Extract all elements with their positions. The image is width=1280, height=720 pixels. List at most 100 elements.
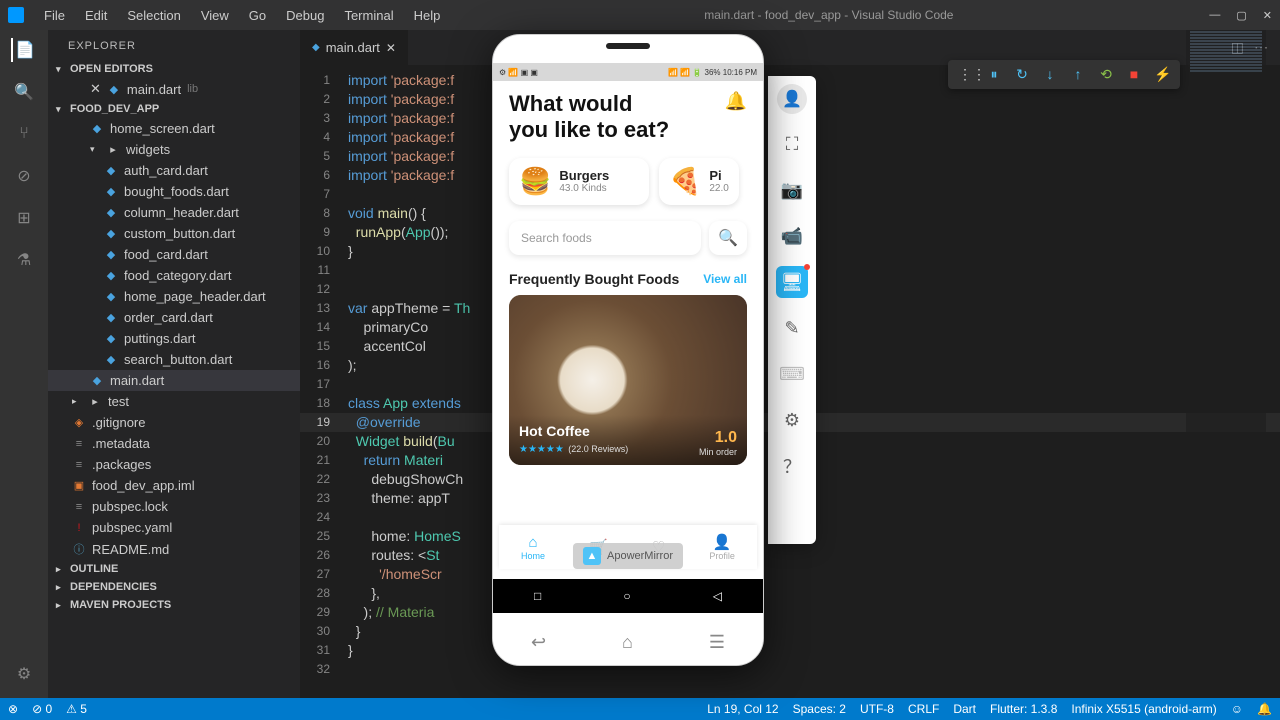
step-over-icon[interactable]: ↻ (1014, 66, 1030, 83)
mirror-tools-panel: 👤 ⛶ 📷 📹 🖥 ✎ ⌨ ⚙ ？ (768, 76, 816, 544)
minimap[interactable] (1186, 30, 1266, 698)
notification-bell-icon[interactable]: 🔔 (725, 91, 747, 112)
android-home-icon[interactable]: ○ (623, 589, 630, 603)
avatar-icon[interactable]: 👤 (777, 84, 807, 114)
minimize-button[interactable]: — (1209, 9, 1220, 22)
fullscreen-icon[interactable]: ⛶ (776, 128, 808, 160)
tree-item-puttings-dart[interactable]: ◆puttings.dart (48, 328, 300, 349)
tree-item-README-md[interactable]: ⓘREADME.md (48, 538, 300, 560)
feedback-icon[interactable]: ☺ (1231, 702, 1243, 716)
screen-mirror-icon[interactable]: 🖥 (776, 266, 808, 298)
menu-help[interactable]: Help (406, 4, 449, 27)
tree-item-food_card-dart[interactable]: ◆food_card.dart (48, 244, 300, 265)
tree-item-home_page_header-dart[interactable]: ◆home_page_header.dart (48, 286, 300, 307)
help-icon[interactable]: ？ (776, 450, 808, 482)
tree-item--packages[interactable]: ≡.packages (48, 454, 300, 475)
project-section[interactable]: ▾FOOD_DEV_APP (48, 100, 300, 118)
eol[interactable]: CRLF (908, 702, 939, 716)
open-editor-item[interactable]: ✕ ◆ main.dart lib (48, 78, 300, 100)
flutter-version[interactable]: Flutter: 1.3.8 (990, 702, 1057, 716)
nav-home[interactable]: ⌂Home (521, 534, 545, 561)
settings-gear-icon[interactable]: ⚙ (12, 662, 36, 686)
dependencies-section[interactable]: ▸DEPENDENCIES (48, 578, 300, 596)
tree-item-custom_button-dart[interactable]: ◆custom_button.dart (48, 223, 300, 244)
device[interactable]: Infinix X5515 (android-arm) (1071, 702, 1216, 716)
android-back-icon[interactable]: ◁ (713, 589, 722, 603)
hot-reload-icon[interactable]: ⚡ (1154, 66, 1170, 83)
problems-errors[interactable]: ⊘ 0 (32, 702, 52, 716)
menu-debug[interactable]: Debug (278, 4, 332, 27)
encoding[interactable]: UTF-8 (860, 702, 894, 716)
mirror-menu-icon[interactable]: ☰ (709, 632, 725, 653)
apowermirror-logo-icon: ▲ (583, 547, 601, 565)
explorer-title: EXPLORER (48, 30, 300, 60)
flask-icon[interactable]: ⚗ (12, 248, 36, 272)
tree-item-auth_card-dart[interactable]: ◆auth_card.dart (48, 160, 300, 181)
tree-item-search_button-dart[interactable]: ◆search_button.dart (48, 349, 300, 370)
close-button[interactable]: ✕ (1263, 9, 1272, 22)
explorer-icon[interactable]: 📄 (11, 38, 35, 62)
menu-edit[interactable]: Edit (77, 4, 115, 27)
extensions-icon[interactable]: ⊞ (12, 206, 36, 230)
tree-item-bought_foods-dart[interactable]: ◆bought_foods.dart (48, 181, 300, 202)
step-into-icon[interactable]: ↓ (1042, 66, 1058, 83)
open-editors-section[interactable]: ▾OPEN EDITORS (48, 60, 300, 78)
keyboard-icon[interactable]: ⌨ (776, 358, 808, 390)
tree-item-food_dev_app-iml[interactable]: ▣food_dev_app.iml (48, 475, 300, 496)
menu-view[interactable]: View (193, 4, 237, 27)
tree-item-test[interactable]: ▸▸test (48, 391, 300, 412)
record-icon[interactable]: 📹 (776, 220, 808, 252)
search-icon[interactable]: 🔍 (12, 80, 36, 104)
tool-settings-icon[interactable]: ⚙ (776, 404, 808, 436)
nav-profile[interactable]: 👤Profile (709, 533, 735, 561)
cursor-position[interactable]: Ln 19, Col 12 (707, 702, 778, 716)
search-button[interactable]: 🔍 (709, 221, 747, 255)
drag-handle-icon[interactable]: ⋮⋮ (958, 66, 974, 83)
food-card[interactable]: Hot Coffee ★★★★★ (22.0 Reviews) 1.0 Min … (509, 295, 747, 465)
outline-section[interactable]: ▸OUTLINE (48, 560, 300, 578)
tree-item-main-dart[interactable]: ◆main.dart (48, 370, 300, 391)
vscode-logo-icon (8, 7, 24, 23)
tree-item-widgets[interactable]: ▾▸widgets (48, 139, 300, 160)
maximize-button[interactable]: ▢ (1236, 9, 1246, 22)
category-card-pizza[interactable]: 🍕 Pi22.0 (659, 158, 739, 205)
tree-item-pubspec-lock[interactable]: ≡pubspec.lock (48, 496, 300, 517)
menu-go[interactable]: Go (241, 4, 274, 27)
indentation[interactable]: Spaces: 2 (793, 702, 846, 716)
menu-selection[interactable]: Selection (119, 4, 188, 27)
step-out-icon[interactable]: ↑ (1070, 66, 1086, 83)
language-mode[interactable]: Dart (953, 702, 976, 716)
source-control-icon[interactable]: ⑂ (12, 122, 36, 146)
tab-close-icon[interactable]: ✕ (386, 41, 396, 55)
mirror-home-icon[interactable]: ⌂ (622, 632, 633, 653)
tree-item--metadata[interactable]: ≡.metadata (48, 433, 300, 454)
problems-warnings[interactable]: ⚠ 5 (66, 702, 87, 716)
menu-terminal[interactable]: Terminal (336, 4, 401, 27)
folder-icon: ▸ (88, 395, 102, 408)
category-card-burgers[interactable]: 🍔 Burgers43.0 Kinds (509, 158, 649, 205)
search-input[interactable]: Search foods (509, 221, 701, 255)
notifications-icon[interactable]: 🔔 (1257, 702, 1272, 716)
tree-item-column_header-dart[interactable]: ◆column_header.dart (48, 202, 300, 223)
dart-file-icon: ◆ (312, 42, 320, 53)
pause-icon[interactable]: ⏸ (986, 66, 1002, 83)
camera-icon[interactable]: 📷 (776, 174, 808, 206)
draw-icon[interactable]: ✎ (776, 312, 808, 344)
restart-icon[interactable]: ⟲ (1098, 66, 1114, 83)
tree-item-pubspec-yaml[interactable]: !pubspec.yaml (48, 517, 300, 538)
stop-icon[interactable]: ■ (1126, 66, 1142, 83)
phone-status-bar: ⚙ 📶 ▣ ▣📶 📶 🔋 36% 10:16 PM (493, 63, 763, 81)
tree-item-food_category-dart[interactable]: ◆food_category.dart (48, 265, 300, 286)
android-recent-icon[interactable]: □ (534, 589, 541, 603)
view-all-link[interactable]: View all (703, 272, 747, 286)
maven-section[interactable]: ▸MAVEN PROJECTS (48, 596, 300, 614)
tab-main-dart[interactable]: ◆ main.dart ✕ (300, 30, 409, 65)
tree-item-order_card-dart[interactable]: ◆order_card.dart (48, 307, 300, 328)
close-editor-icon[interactable]: ✕ (90, 81, 101, 97)
tree-item--gitignore[interactable]: ◈.gitignore (48, 412, 300, 433)
tree-item-home_screen-dart[interactable]: ◆home_screen.dart (48, 118, 300, 139)
menu-file[interactable]: File (36, 4, 73, 27)
remote-icon[interactable]: ⊗ (8, 702, 18, 716)
mirror-back-icon[interactable]: ↩ (531, 632, 546, 653)
debug-icon[interactable]: ⊘ (12, 164, 36, 188)
